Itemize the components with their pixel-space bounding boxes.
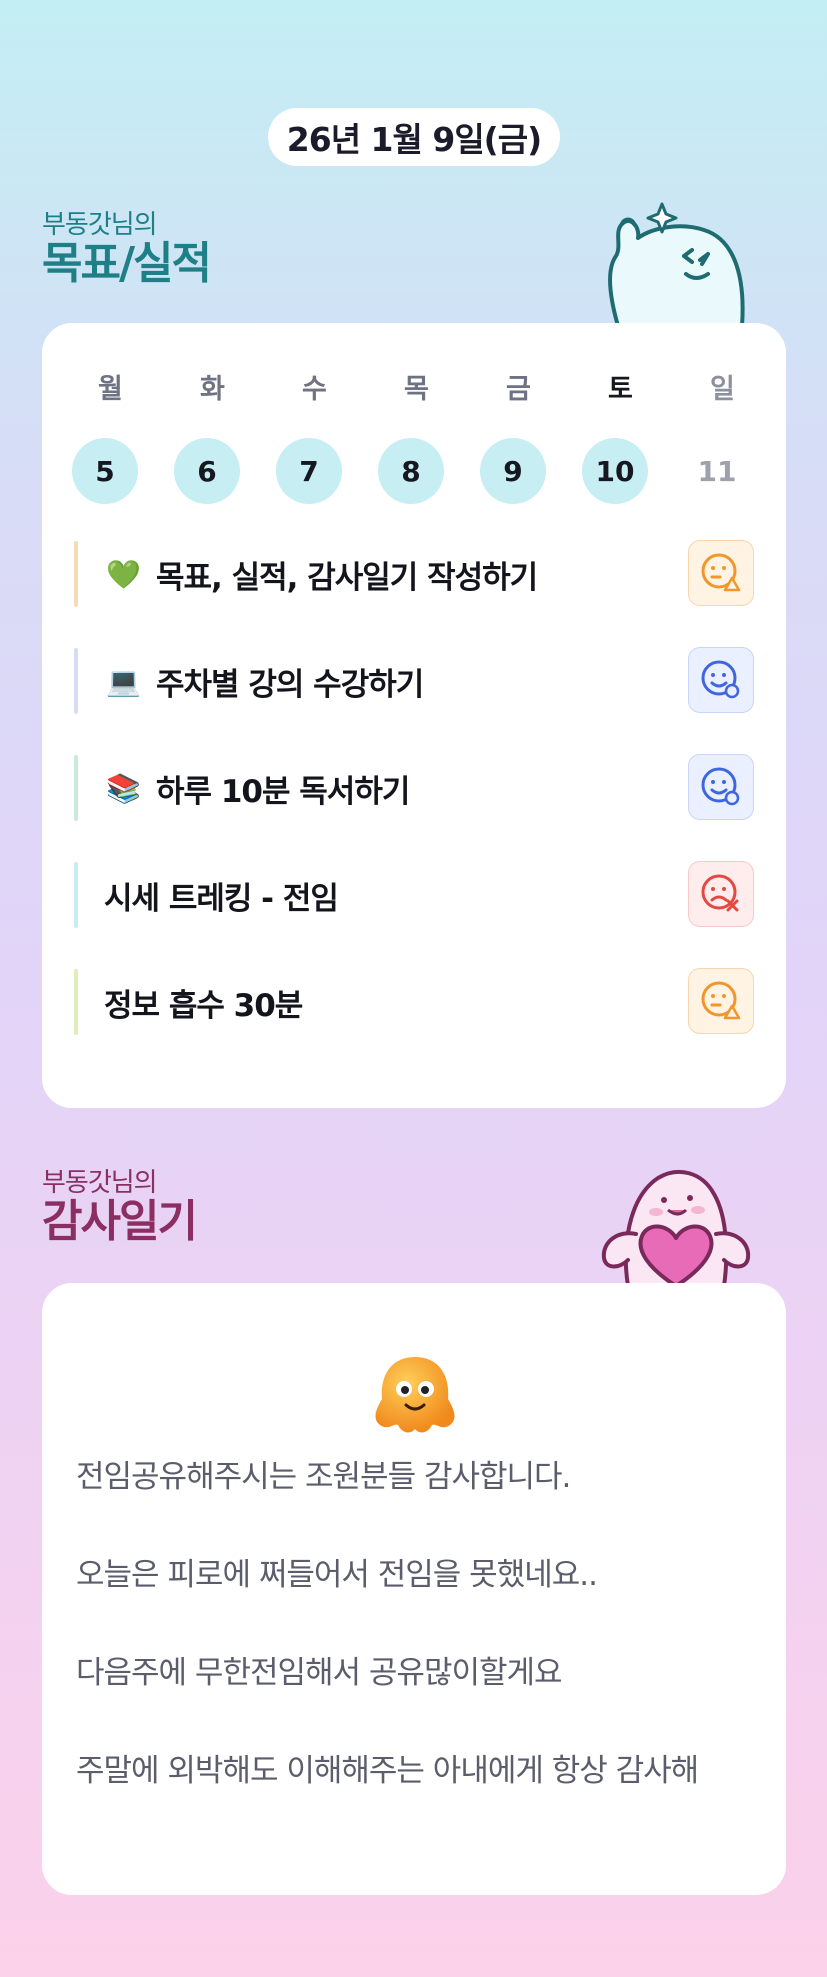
weekday-mon: 월: [98, 374, 123, 405]
task-label: 정보 흡수 30분: [104, 987, 303, 1024]
diary-line: 오늘은 피로에 쩌들어서 전임을 못했네요..: [76, 1557, 598, 1593]
day-8[interactable]: 8: [378, 438, 444, 504]
day-5[interactable]: 5: [72, 438, 138, 504]
task-item[interactable]: 💻 주차별 강의 수강하기: [74, 647, 754, 714]
status-face-triangle-icon[interactable]: [688, 968, 754, 1034]
diary-line: 전임공유해주시는 조원분들 감사합니다.: [76, 1459, 571, 1495]
task-label: 하루 10분 독서하기: [156, 773, 410, 810]
task-color-bar: [74, 755, 78, 821]
diary-line: 다음주에 무한전임해서 공유많이할게요: [76, 1655, 563, 1691]
task-item[interactable]: 📚 하루 10분 독서하기: [74, 754, 754, 821]
day-9[interactable]: 9: [480, 438, 546, 504]
day-11[interactable]: 11: [684, 438, 750, 504]
diary-line: 주말에 외박해도 이해해주는 아내에게 항상 감사해: [76, 1753, 699, 1789]
day-6[interactable]: 6: [174, 438, 240, 504]
week-calendar: 월 화 수 목 금 토 일 5 6 7 8 9 10 11: [72, 367, 786, 504]
weekday-sun: 일: [710, 374, 735, 405]
goal-section-subtitle: 부동갓님의: [42, 210, 158, 240]
thanks-section-heading: 감사일기: [42, 1196, 198, 1247]
day-7[interactable]: 7: [276, 438, 342, 504]
task-item[interactable]: 정보 흡수 30분: [74, 968, 754, 1035]
octopus-emoji-icon: [375, 1357, 455, 1433]
task-item[interactable]: 시세 트레킹 - 전임: [74, 861, 754, 928]
green-heart-icon: 💚: [106, 557, 141, 591]
books-icon: 📚: [106, 771, 141, 805]
diary-text: 전임공유해주시는 조원분들 감사합니다. 오늘은 피로에 쩌들어서 전임을 못했…: [76, 1453, 756, 1845]
date-pill: 26년 1월 9일(금): [268, 108, 560, 166]
task-color-bar: [74, 969, 78, 1035]
laptop-icon: 💻: [106, 664, 141, 698]
goal-section-title: 부동갓님의 목표/실적: [42, 210, 212, 289]
status-face-triangle-icon[interactable]: [688, 540, 754, 606]
task-color-bar: [74, 862, 78, 928]
day-10[interactable]: 10: [582, 438, 648, 504]
goal-card: 월 화 수 목 금 토 일 5 6 7 8 9 10 11 💚 목표, 실적, …: [42, 323, 786, 1108]
weekday-tue: 화: [200, 374, 225, 405]
task-label: 목표, 실적, 감사일기 작성하기: [156, 559, 538, 596]
ghost-mascot-icon: [608, 202, 745, 326]
thanks-section-title: 부동갓님의 감사일기: [42, 1168, 198, 1247]
weekday-thu: 목: [404, 374, 429, 405]
goal-section-heading: 목표/실적: [42, 238, 212, 289]
task-color-bar: [74, 541, 78, 607]
weekday-sat: 토: [608, 374, 633, 405]
task-label: 주차별 강의 수강하기: [156, 666, 424, 703]
weekday-wed: 수: [302, 374, 327, 405]
status-face-circle-icon[interactable]: [688, 754, 754, 820]
task-item[interactable]: 💚 목표, 실적, 감사일기 작성하기: [74, 540, 754, 607]
weekday-fri: 금: [506, 374, 531, 405]
status-face-circle-icon[interactable]: [688, 647, 754, 713]
heart-mascot-icon: [601, 1169, 751, 1286]
thanks-section-subtitle: 부동갓님의: [42, 1168, 158, 1198]
status-face-x-icon[interactable]: [688, 861, 754, 927]
task-list: 💚 목표, 실적, 감사일기 작성하기 💻 주차별 강의 수강하기 📚 하루 1…: [74, 540, 754, 1076]
task-color-bar: [74, 648, 78, 714]
thanks-card: 전임공유해주시는 조원분들 감사합니다. 오늘은 피로에 쩌들어서 전임을 못했…: [42, 1283, 786, 1895]
task-label: 시세 트레킹 - 전임: [104, 880, 339, 917]
